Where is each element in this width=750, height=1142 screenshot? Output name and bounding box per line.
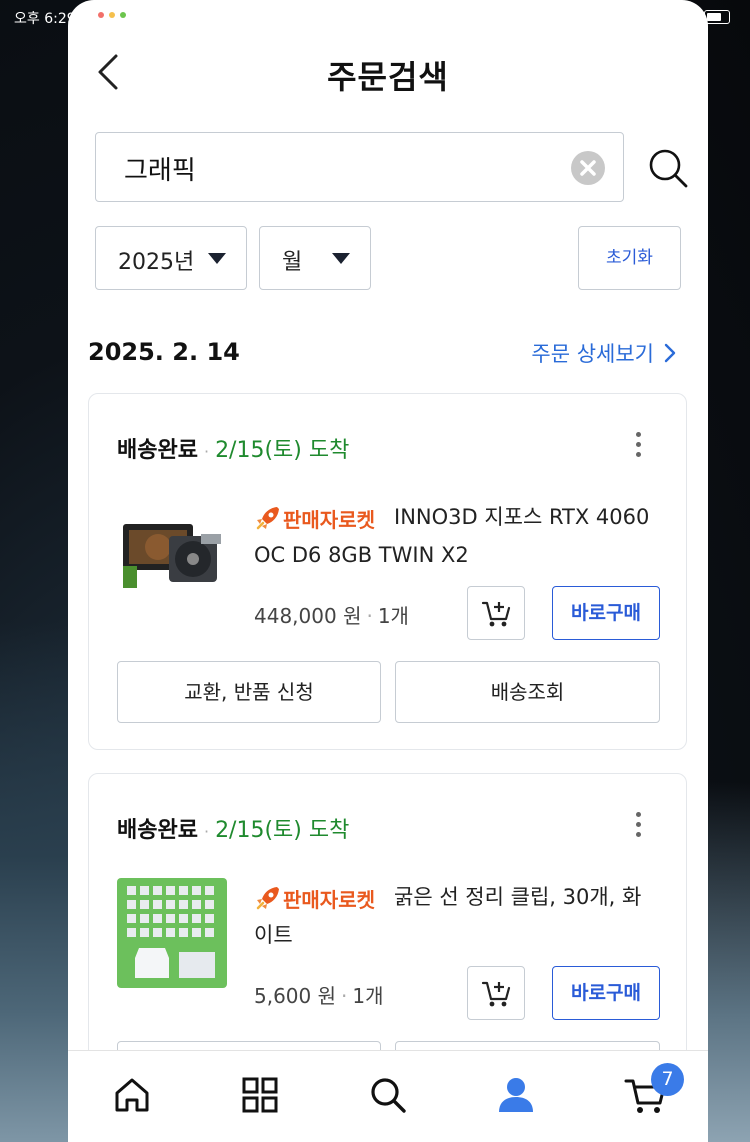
more-options-button[interactable]	[634, 812, 642, 840]
product-image-gpu[interactable]	[117, 498, 227, 608]
delivery-status: 배송완료 · 2/15(토) 도착	[117, 812, 349, 844]
buy-now-button[interactable]: 바로구매	[552, 586, 660, 640]
product-image-cable-clips[interactable]	[117, 878, 227, 988]
page-title: 주문검색	[327, 58, 449, 96]
cart-count-badge: 7	[651, 1063, 684, 1096]
separator-dot: ·	[366, 604, 373, 628]
home-icon	[115, 1078, 149, 1112]
more-vertical-icon	[635, 442, 641, 447]
price-line: 5,600 원 · 1개	[254, 980, 384, 1009]
clear-button[interactable]	[571, 151, 605, 185]
search-icon	[371, 1078, 406, 1113]
wallpaper-earth-left	[0, 622, 70, 1142]
more-options-button[interactable]	[634, 432, 642, 460]
status-label: 배송완료	[117, 818, 198, 843]
separator-dot: ·	[341, 984, 348, 1008]
more-vertical-icon	[635, 452, 641, 457]
price: 5,600 원	[254, 984, 337, 1008]
chevron-right-icon	[664, 343, 676, 368]
caret-down-icon	[208, 253, 226, 264]
search-icon	[649, 149, 688, 188]
product-name[interactable]: 굵은 선 정리 클립, 30개, 화이트	[254, 878, 659, 954]
add-to-cart-button[interactable]	[467, 966, 525, 1020]
dot-icon	[120, 12, 126, 18]
user-icon	[499, 1078, 533, 1112]
battery-icon	[704, 10, 730, 24]
arrival-date: 2/15(토) 도착	[215, 438, 350, 463]
status-time: 오후 6:29	[14, 11, 76, 27]
exchange-return-button[interactable]: 교환, 반품 신청	[117, 661, 381, 723]
nav-search[interactable]	[368, 1075, 408, 1115]
more-vertical-icon	[635, 812, 641, 817]
separator-dot: ·	[203, 821, 210, 841]
dot-icon	[109, 12, 115, 18]
cart-plus-icon	[481, 981, 511, 1007]
price-line: 448,000 원 · 1개	[254, 600, 409, 629]
separator-dot: ·	[203, 441, 210, 461]
bottom-nav	[68, 1050, 708, 1142]
dot-icon	[98, 12, 104, 18]
order-detail-label: 주문 상세보기	[531, 342, 654, 366]
quantity: 1개	[352, 984, 384, 1008]
more-vertical-icon	[635, 832, 641, 837]
wallpaper-earth-right	[706, 782, 750, 1142]
search-button[interactable]	[646, 146, 690, 190]
order-detail-link[interactable]: 주문 상세보기	[531, 338, 676, 368]
buy-now-button[interactable]: 바로구매	[552, 966, 660, 1020]
app-panel: 주문검색 2025년 월 초기화 2025. 2. 14 주문 상세보기 배송완	[68, 0, 708, 1142]
cart-plus-icon	[481, 601, 511, 627]
grid-icon	[242, 1077, 278, 1113]
search-input[interactable]	[122, 147, 546, 189]
nav-home[interactable]	[112, 1075, 152, 1115]
delivery-status: 배송완료 · 2/15(토) 도착	[117, 432, 349, 464]
header: 주문검색	[68, 44, 708, 100]
search-box	[95, 132, 624, 202]
track-delivery-button[interactable]: 배송조회	[395, 661, 660, 723]
caret-down-icon	[332, 253, 350, 264]
month-select[interactable]: 월	[259, 226, 371, 290]
year-select[interactable]: 2025년	[95, 226, 247, 290]
year-select-label: 2025년	[118, 250, 195, 275]
add-to-cart-button[interactable]	[467, 586, 525, 640]
window-dots	[98, 12, 126, 18]
reset-button[interactable]: 초기화	[578, 226, 681, 290]
nav-my-account[interactable]	[496, 1075, 536, 1115]
status-label: 배송완료	[117, 438, 198, 463]
month-select-label: 월	[282, 250, 303, 275]
price: 448,000 원	[254, 604, 362, 628]
nav-categories[interactable]	[240, 1075, 280, 1115]
arrival-date: 2/15(토) 도착	[215, 818, 350, 843]
product-name[interactable]: INNO3D 지포스 RTX 4060 OC D6 8GB TWIN X2	[254, 498, 659, 574]
more-vertical-icon	[635, 432, 641, 437]
order-date: 2025. 2. 14	[88, 338, 240, 366]
more-vertical-icon	[635, 822, 641, 827]
order-item-card: 배송완료 · 2/15(토) 도착 판매자로켓 INNO3D 지포스 RTX 406…	[88, 393, 687, 750]
quantity: 1개	[377, 604, 409, 628]
close-icon	[580, 160, 596, 176]
